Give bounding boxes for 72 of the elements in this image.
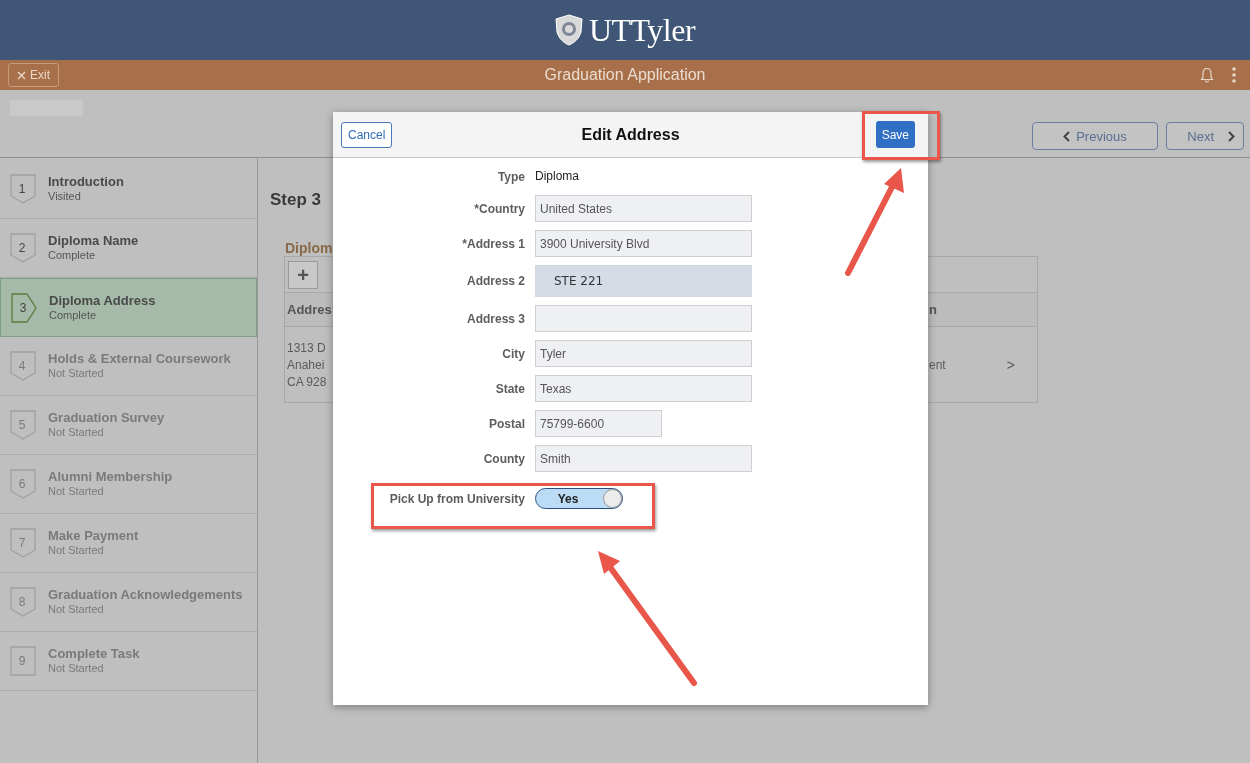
step-status: Not Started [48,485,105,497]
step-status: Not Started [48,603,105,615]
step-number-icon: 8 [10,587,36,617]
field-label: City [501,346,525,361]
text-field[interactable]: Texas [535,375,752,402]
step-number-icon: 3 [11,293,37,323]
step-number-icon: 9 [10,646,36,676]
step-number-icon: 5 [10,410,36,440]
step-status: Not Started [48,426,105,438]
field-label: Address 2 [465,274,525,288]
field-value: Diploma [535,168,580,185]
text-field[interactable] [535,305,752,332]
next-button[interactable]: Next [1166,122,1244,150]
save-button[interactable]: Save [875,121,915,148]
chevron-right-icon [1228,130,1235,142]
step-title: Graduation Acknowledgements [48,587,243,602]
column-header: n [929,302,937,317]
previous-button[interactable]: Previous [1032,122,1158,150]
toggle-switch[interactable]: Yes [535,488,623,509]
field-label: Type [496,169,525,184]
add-button[interactable]: + [288,261,318,289]
step-title: Complete Task [48,646,140,661]
field-label: Address 3 [465,311,525,326]
more-options-icon[interactable] [1232,67,1236,83]
step-status: Complete [48,249,97,261]
step-status: Not Started [48,367,105,379]
step-number-icon: 7 [10,528,36,558]
table-cell-text: Anahei [287,357,326,372]
field-label: Pick Up from University [388,491,525,506]
step-number-icon: 2 [10,233,36,263]
field-label: County [482,451,525,466]
step-status: Not Started [48,662,105,674]
bell-icon[interactable] [1200,67,1214,83]
text-field[interactable]: Tyler [535,340,752,367]
table-cell-text: 1313 D [287,340,327,355]
step-title: Introduction [48,174,124,189]
field-label: *Address 1 [461,236,525,251]
step-number-icon: 1 [10,174,36,204]
exit-button[interactable]: Exit [8,63,59,87]
step-title: Alumni Membership [48,469,173,484]
shield-logo-icon [554,14,583,46]
step-status: Not Started [48,544,105,556]
step-item[interactable]: 1 Introduction Visited [0,160,257,219]
chevron-left-icon [1063,130,1071,142]
step-status: Visited [48,190,82,202]
dialog-title: Edit Address [581,125,680,144]
text-field[interactable]: Smith [535,445,752,472]
field-label: *Country [473,201,525,216]
text-field[interactable]: United States [535,195,752,222]
text-field[interactable]: 75799-6600 [535,410,662,437]
step-number-icon: 6 [10,469,36,499]
step-number-icon: 4 [10,351,36,381]
step-heading: Step 3 [270,190,322,210]
table-cell-text: CA 928 [287,374,328,389]
step-title: Diploma Name [48,233,139,248]
section-title: Diplom [285,240,333,256]
step-title: Graduation Survey [48,410,165,425]
field-label: State [494,381,525,396]
page-title: Graduation Application [544,66,706,84]
step-title: Make Payment [48,528,139,543]
step-item[interactable]: 3 Diploma Address Complete [0,278,257,337]
logo-text: UTTyler [588,11,696,49]
table-cell: ent [929,357,946,372]
close-icon [17,70,26,80]
field-label: Postal [488,416,525,431]
step-title: Diploma Address [49,293,156,308]
step-title: Holds & External Coursework [48,351,231,366]
text-field[interactable]: 3900 University Blvd [535,230,752,257]
text-field[interactable]: STE 221 [535,265,752,297]
step-status: Complete [49,309,98,321]
row-chevron[interactable]: > [1006,356,1015,373]
cancel-button[interactable]: Cancel [341,121,393,148]
